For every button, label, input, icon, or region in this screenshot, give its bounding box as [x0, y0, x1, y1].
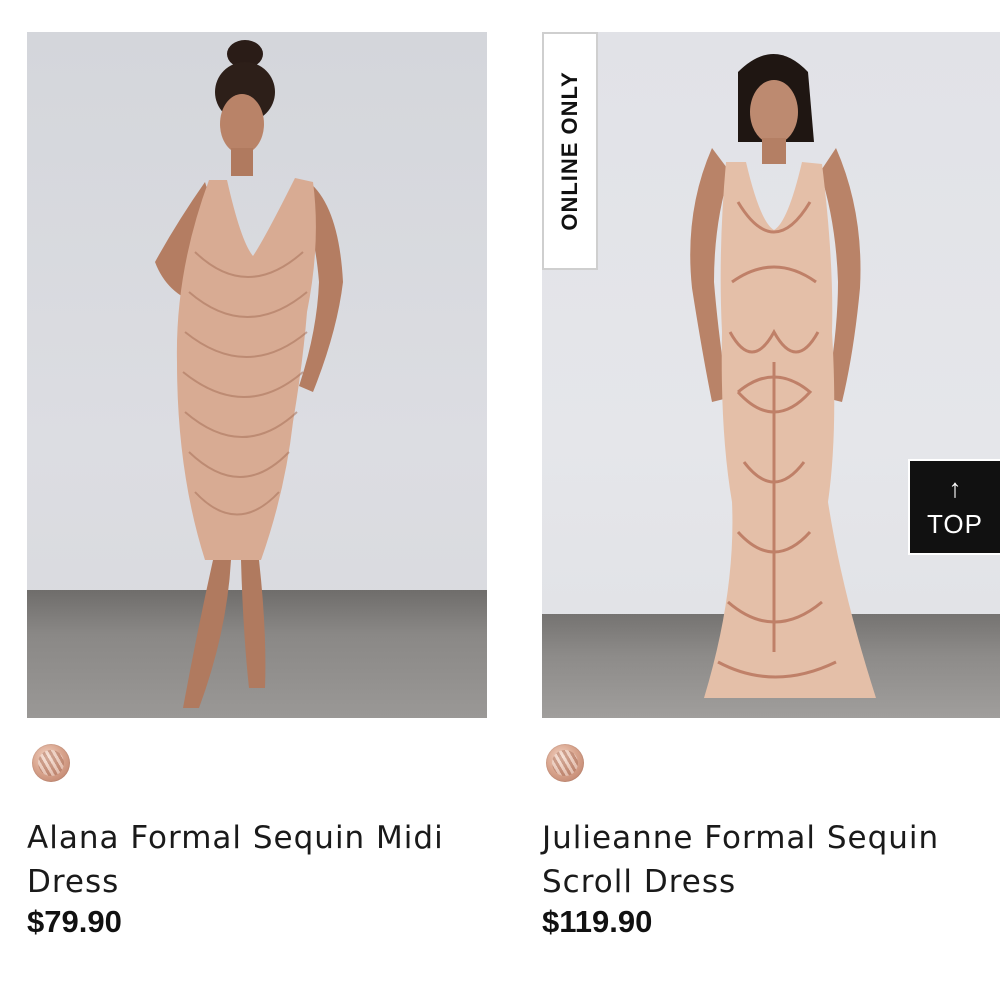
model-figure [690, 54, 876, 698]
back-to-top-button[interactable]: ↑ TOP [908, 459, 1000, 555]
badge-label: ONLINE ONLY [557, 71, 582, 231]
product-card[interactable]: Alana Formal Sequin Midi Dress $79.90 [27, 32, 487, 939]
arrow-up-icon: ↑ [948, 473, 962, 503]
product-image[interactable]: ONLINE ONLY [542, 32, 1000, 718]
product-image[interactable] [27, 32, 487, 718]
product-price: $79.90 [27, 904, 122, 939]
color-swatch[interactable] [546, 744, 584, 782]
top-label: TOP [927, 509, 983, 539]
product-card[interactable]: ONLINE ONLY Julieanne Formal Sequin Scro… [542, 32, 1000, 939]
online-only-badge: ONLINE ONLY [542, 32, 598, 270]
product-price: $119.90 [542, 904, 653, 939]
product-name[interactable]: Alana Formal Sequin Midi Dress [27, 816, 467, 904]
product-name[interactable]: Julieanne Formal Sequin Scroll Dress [542, 816, 982, 904]
color-swatch[interactable] [32, 744, 70, 782]
model-figure [155, 40, 343, 708]
